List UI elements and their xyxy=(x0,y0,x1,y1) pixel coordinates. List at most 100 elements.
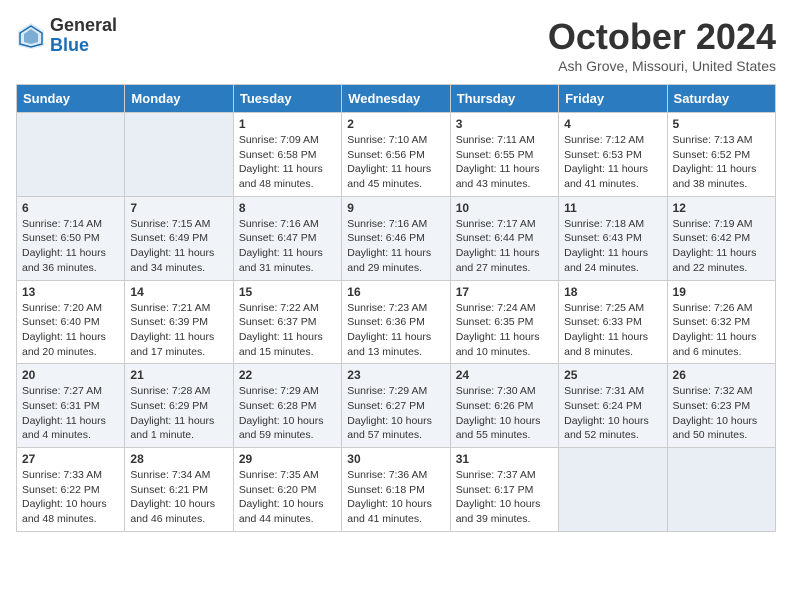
day-number: 14 xyxy=(130,285,227,299)
day-info: Sunrise: 7:20 AM Sunset: 6:40 PM Dayligh… xyxy=(22,301,119,360)
day-number: 6 xyxy=(22,201,119,215)
day-info: Sunrise: 7:23 AM Sunset: 6:36 PM Dayligh… xyxy=(347,301,444,360)
day-number: 26 xyxy=(673,368,770,382)
day-number: 23 xyxy=(347,368,444,382)
day-number: 7 xyxy=(130,201,227,215)
day-number: 12 xyxy=(673,201,770,215)
day-number: 10 xyxy=(456,201,553,215)
day-number: 28 xyxy=(130,452,227,466)
logo-general: General xyxy=(50,16,117,36)
day-number: 3 xyxy=(456,117,553,131)
calendar-cell: 6 Sunrise: 7:14 AM Sunset: 6:50 PM Daylig… xyxy=(17,196,125,280)
day-info: Sunrise: 7:16 AM Sunset: 6:46 PM Dayligh… xyxy=(347,217,444,276)
location: Ash Grove, Missouri, United States xyxy=(548,58,776,74)
calendar-cell: 25Sunrise: 7:31 AM Sunset: 6:24 PM Dayli… xyxy=(559,364,667,448)
calendar-cell: 22Sunrise: 7:29 AM Sunset: 6:28 PM Dayli… xyxy=(233,364,341,448)
day-info: Sunrise: 7:25 AM Sunset: 6:33 PM Dayligh… xyxy=(564,301,661,360)
day-info: Sunrise: 7:12 AM Sunset: 6:53 PM Dayligh… xyxy=(564,133,661,192)
day-number: 16 xyxy=(347,285,444,299)
title-block: October 2024 Ash Grove, Missouri, United… xyxy=(548,16,776,74)
day-number: 2 xyxy=(347,117,444,131)
calendar-cell: 9Sunrise: 7:16 AM Sunset: 6:46 PM Daylig… xyxy=(342,196,450,280)
day-info: Sunrise: 7:33 AM Sunset: 6:22 PM Dayligh… xyxy=(22,468,119,527)
day-info: Sunrise: 7:15 AM Sunset: 6:49 PM Dayligh… xyxy=(130,217,227,276)
month-title: October 2024 xyxy=(548,16,776,58)
day-info: Sunrise: 7:37 AM Sunset: 6:17 PM Dayligh… xyxy=(456,468,553,527)
calendar-cell xyxy=(559,448,667,532)
calendar-cell: 30 Sunrise: 7:36 AM Sunset: 6:18 PM Dayli… xyxy=(342,448,450,532)
day-info: Sunrise: 7:13 AM Sunset: 6:52 PM Dayligh… xyxy=(673,133,770,192)
calendar-cell: 29Sunrise: 7:35 AM Sunset: 6:20 PM Dayli… xyxy=(233,448,341,532)
day-info: Sunrise: 7:10 AM Sunset: 6:56 PM Dayligh… xyxy=(347,133,444,192)
day-number: 31 xyxy=(456,452,553,466)
calendar-cell xyxy=(17,113,125,197)
logo-icon xyxy=(16,21,46,51)
day-number: 30 xyxy=(347,452,444,466)
day-number: 8 xyxy=(239,201,336,215)
weekday-header: Tuesday xyxy=(233,85,341,113)
calendar-cell: 27Sunrise: 7:33 AM Sunset: 6:22 PM Dayli… xyxy=(17,448,125,532)
calendar-cell: 5 Sunrise: 7:13 AM Sunset: 6:52 PM Daylig… xyxy=(667,113,775,197)
calendar-header-row: SundayMondayTuesdayWednesdayThursdayFrid… xyxy=(17,85,776,113)
day-number: 20 xyxy=(22,368,119,382)
day-info: Sunrise: 7:21 AM Sunset: 6:39 PM Dayligh… xyxy=(130,301,227,360)
day-number: 15 xyxy=(239,285,336,299)
calendar-cell: 28Sunrise: 7:34 AM Sunset: 6:21 PM Dayli… xyxy=(125,448,233,532)
day-number: 4 xyxy=(564,117,661,131)
day-info: Sunrise: 7:17 AM Sunset: 6:44 PM Dayligh… xyxy=(456,217,553,276)
day-info: Sunrise: 7:18 AM Sunset: 6:43 PM Dayligh… xyxy=(564,217,661,276)
calendar-cell: 12 Sunrise: 7:19 AM Sunset: 6:42 PM Dayli… xyxy=(667,196,775,280)
day-number: 13 xyxy=(22,285,119,299)
day-info: Sunrise: 7:29 AM Sunset: 6:27 PM Dayligh… xyxy=(347,384,444,443)
calendar-cell: 20 Sunrise: 7:27 AM Sunset: 6:31 PM Dayli… xyxy=(17,364,125,448)
day-info: Sunrise: 7:24 AM Sunset: 6:35 PM Dayligh… xyxy=(456,301,553,360)
logo-text: General Blue xyxy=(50,16,117,56)
day-number: 17 xyxy=(456,285,553,299)
calendar-cell: 26 Sunrise: 7:32 AM Sunset: 6:23 PM Dayli… xyxy=(667,364,775,448)
calendar-cell: 23 Sunrise: 7:29 AM Sunset: 6:27 PM Dayli… xyxy=(342,364,450,448)
day-info: Sunrise: 7:35 AM Sunset: 6:20 PM Dayligh… xyxy=(239,468,336,527)
calendar-cell: 1 Sunrise: 7:09 AM Sunset: 6:58 PM Daylig… xyxy=(233,113,341,197)
day-number: 5 xyxy=(673,117,770,131)
calendar-cell: 2 Sunrise: 7:10 AM Sunset: 6:56 PM Daylig… xyxy=(342,113,450,197)
calendar-week-row: 1 Sunrise: 7:09 AM Sunset: 6:58 PM Daylig… xyxy=(17,113,776,197)
day-info: Sunrise: 7:31 AM Sunset: 6:24 PM Dayligh… xyxy=(564,384,661,443)
day-info: Sunrise: 7:19 AM Sunset: 6:42 PM Dayligh… xyxy=(673,217,770,276)
day-number: 24 xyxy=(456,368,553,382)
calendar-week-row: 13 Sunrise: 7:20 AM Sunset: 6:40 PM Dayli… xyxy=(17,280,776,364)
day-info: Sunrise: 7:11 AM Sunset: 6:55 PM Dayligh… xyxy=(456,133,553,192)
calendar-cell: 8Sunrise: 7:16 AM Sunset: 6:47 PM Daylig… xyxy=(233,196,341,280)
day-info: Sunrise: 7:36 AM Sunset: 6:18 PM Dayligh… xyxy=(347,468,444,527)
logo-blue: Blue xyxy=(50,36,117,56)
calendar-cell: 19Sunrise: 7:26 AM Sunset: 6:32 PM Dayli… xyxy=(667,280,775,364)
day-info: Sunrise: 7:32 AM Sunset: 6:23 PM Dayligh… xyxy=(673,384,770,443)
calendar-cell xyxy=(125,113,233,197)
day-info: Sunrise: 7:27 AM Sunset: 6:31 PM Dayligh… xyxy=(22,384,119,443)
calendar-cell: 18 Sunrise: 7:25 AM Sunset: 6:33 PM Dayli… xyxy=(559,280,667,364)
weekday-header: Monday xyxy=(125,85,233,113)
day-info: Sunrise: 7:28 AM Sunset: 6:29 PM Dayligh… xyxy=(130,384,227,443)
weekday-header: Wednesday xyxy=(342,85,450,113)
calendar-cell: 11 Sunrise: 7:18 AM Sunset: 6:43 PM Dayli… xyxy=(559,196,667,280)
weekday-header: Sunday xyxy=(17,85,125,113)
day-info: Sunrise: 7:30 AM Sunset: 6:26 PM Dayligh… xyxy=(456,384,553,443)
day-info: Sunrise: 7:14 AM Sunset: 6:50 PM Dayligh… xyxy=(22,217,119,276)
calendar-week-row: 27Sunrise: 7:33 AM Sunset: 6:22 PM Dayli… xyxy=(17,448,776,532)
day-info: Sunrise: 7:26 AM Sunset: 6:32 PM Dayligh… xyxy=(673,301,770,360)
day-number: 11 xyxy=(564,201,661,215)
page-header: General Blue October 2024 Ash Grove, Mis… xyxy=(16,16,776,74)
calendar-cell: 13 Sunrise: 7:20 AM Sunset: 6:40 PM Dayli… xyxy=(17,280,125,364)
day-number: 18 xyxy=(564,285,661,299)
calendar-table: SundayMondayTuesdayWednesdayThursdayFrid… xyxy=(16,84,776,532)
calendar-cell: 24 Sunrise: 7:30 AM Sunset: 6:26 PM Dayli… xyxy=(450,364,558,448)
calendar-cell: 3 Sunrise: 7:11 AM Sunset: 6:55 PM Daylig… xyxy=(450,113,558,197)
calendar-week-row: 6 Sunrise: 7:14 AM Sunset: 6:50 PM Daylig… xyxy=(17,196,776,280)
day-info: Sunrise: 7:22 AM Sunset: 6:37 PM Dayligh… xyxy=(239,301,336,360)
weekday-header: Thursday xyxy=(450,85,558,113)
day-info: Sunrise: 7:09 AM Sunset: 6:58 PM Dayligh… xyxy=(239,133,336,192)
calendar-cell: 7 Sunrise: 7:15 AM Sunset: 6:49 PM Daylig… xyxy=(125,196,233,280)
calendar-cell: 10 Sunrise: 7:17 AM Sunset: 6:44 PM Dayli… xyxy=(450,196,558,280)
day-number: 1 xyxy=(239,117,336,131)
calendar-cell: 17 Sunrise: 7:24 AM Sunset: 6:35 PM Dayli… xyxy=(450,280,558,364)
calendar-week-row: 20 Sunrise: 7:27 AM Sunset: 6:31 PM Dayli… xyxy=(17,364,776,448)
